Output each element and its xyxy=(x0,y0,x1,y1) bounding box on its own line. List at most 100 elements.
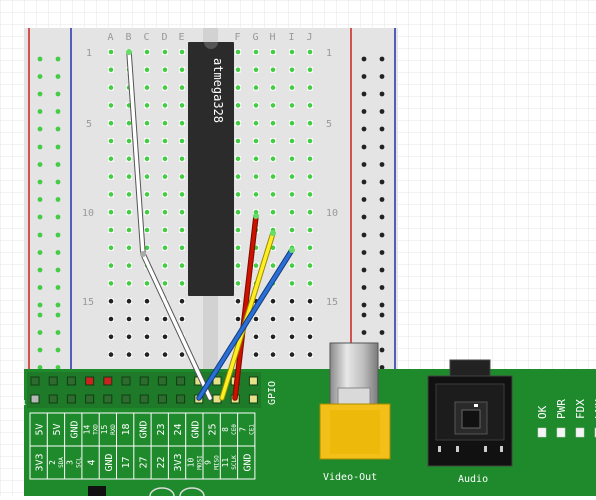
pin-label-number: 10 xyxy=(186,458,195,468)
column-letter-h: H xyxy=(270,32,276,43)
breadboard-hole xyxy=(179,84,185,91)
breadboard-hole xyxy=(289,262,295,269)
rail-hole xyxy=(37,126,43,132)
breadboard-hole xyxy=(307,191,313,198)
pin-label: 4 xyxy=(87,459,98,465)
pin-label-number: 3 xyxy=(65,460,74,465)
led-light xyxy=(556,427,566,438)
rail-hole xyxy=(37,144,43,150)
hole-contact xyxy=(108,192,114,197)
breadboard-hole xyxy=(108,262,114,269)
hole-contact xyxy=(270,334,276,340)
hole-contact xyxy=(253,174,259,179)
hole-contact xyxy=(108,209,114,215)
pin-label: 3V3 xyxy=(35,453,46,471)
hole-contact xyxy=(126,192,132,197)
pin-label-function: SCL xyxy=(75,457,82,468)
hole-contact xyxy=(144,174,150,179)
hole-contact xyxy=(289,209,295,215)
led-label: OK xyxy=(536,405,549,419)
breadboard-hole xyxy=(144,49,150,55)
rail-hole xyxy=(55,250,61,255)
hole-contact xyxy=(179,138,185,144)
breadboard-hole xyxy=(179,244,185,251)
pin-label-top-5: 18 xyxy=(121,423,132,435)
hole-contact xyxy=(289,298,295,304)
breadboard-hole xyxy=(144,280,150,287)
hole-contact xyxy=(144,298,150,304)
hole-contact xyxy=(270,298,276,304)
breadboard-hole xyxy=(108,280,114,287)
hole-contact xyxy=(289,281,295,286)
breadboard-hole xyxy=(235,138,241,144)
breadboard-hole xyxy=(126,138,132,144)
breadboard-hole xyxy=(179,316,185,322)
hole-contact xyxy=(235,156,241,162)
pin-label-top-7: 23 xyxy=(156,423,167,435)
rail-hole xyxy=(55,162,61,167)
column-letter-i: I xyxy=(289,32,295,43)
hole-contact xyxy=(270,85,276,90)
breadboard-hole xyxy=(307,84,313,91)
breadboard-hole xyxy=(235,316,241,322)
column-letter-j: J xyxy=(307,32,313,43)
hole-contact xyxy=(289,227,295,233)
pin-label: 3V3 xyxy=(173,453,184,471)
rail-hole xyxy=(37,312,43,318)
breadboard-hole xyxy=(289,227,295,233)
rail-hole xyxy=(55,232,61,238)
breadboard-hole xyxy=(108,138,114,144)
breadboard-hole xyxy=(144,316,150,322)
breadboard-hole xyxy=(253,333,259,340)
rail-hole xyxy=(361,56,367,62)
breadboard-hole xyxy=(307,244,313,251)
gpio-pin xyxy=(48,376,58,386)
pin-label-bottom-5: 17 xyxy=(121,456,132,468)
breadboard-hole xyxy=(289,120,295,127)
hole-contact xyxy=(144,352,150,357)
breadboard-hole xyxy=(270,316,276,322)
breadboard-hole xyxy=(270,49,276,55)
rail-hole xyxy=(361,91,367,97)
breadboard-hole xyxy=(144,333,150,340)
rail-hole xyxy=(379,302,385,308)
pin-label-top-3: 14 TXD xyxy=(83,424,100,435)
breadboard-hole xyxy=(253,262,259,269)
breadboard-hole xyxy=(235,155,241,162)
breadboard-hole xyxy=(162,138,168,144)
hole-contact xyxy=(162,316,168,322)
wire-end-red-top xyxy=(253,213,259,219)
hole-contact xyxy=(270,138,276,144)
breadboard-hole xyxy=(235,84,241,91)
breadboard-hole xyxy=(289,66,295,73)
hole-contact xyxy=(289,192,295,197)
breadboard-hole xyxy=(289,280,295,287)
hole-contact xyxy=(108,120,114,126)
hole-contact xyxy=(162,120,168,126)
hole-contact xyxy=(144,67,150,73)
hole-contact xyxy=(162,334,168,340)
gpio-pin xyxy=(176,376,186,386)
hole-contact xyxy=(289,138,295,144)
hole-contact xyxy=(126,352,132,357)
breadboard-hole xyxy=(179,209,185,216)
hole-contact xyxy=(179,227,185,233)
gpio-pin xyxy=(157,394,167,404)
breadboard-hole xyxy=(289,173,295,180)
hole-contact xyxy=(179,209,185,215)
breadboard-hole xyxy=(108,84,114,91)
column-letter-a: A xyxy=(108,32,114,43)
breadboard-hole xyxy=(179,102,185,109)
gpio-pin xyxy=(66,376,76,386)
rail-hole xyxy=(55,56,61,62)
hole-contact xyxy=(235,67,241,73)
hole-contact xyxy=(126,263,132,268)
breadboard-hole xyxy=(235,173,241,180)
hole-contact xyxy=(235,298,241,304)
breadboard-hole xyxy=(162,84,168,91)
hole-contact xyxy=(162,156,168,162)
hole-contact xyxy=(289,156,295,162)
hole-contact xyxy=(289,316,295,322)
breadboard-hole xyxy=(270,102,276,109)
breadboard-hole xyxy=(270,84,276,91)
